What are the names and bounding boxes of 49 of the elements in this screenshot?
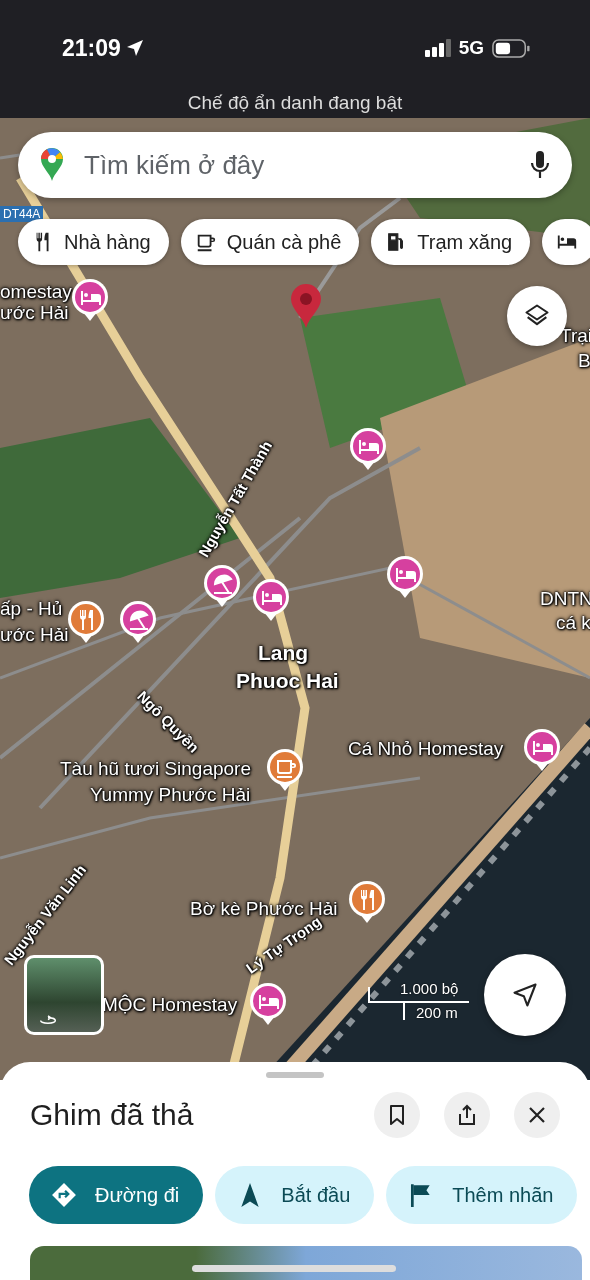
turn-sign-icon [51,1182,77,1208]
restaurant-chip[interactable]: Nhà hàng [18,219,169,265]
search-input[interactable]: Tìm kiếm ở đây [82,148,530,182]
place-label: Yummy Phước Hải [90,784,251,807]
rotate-icon [37,1015,59,1026]
share-button[interactable] [444,1092,490,1138]
hotel-pin-icon[interactable] [523,728,561,772]
navigation-arrow-icon [511,981,539,1009]
hotel-pin-icon[interactable] [386,555,424,599]
scale-label: 1.000 bộ [400,980,459,997]
place-label: Tàu hũ tươi Singapore [60,758,251,781]
beach-pin-icon[interactable] [203,564,241,608]
place-label: MỘC Homestay [102,994,238,1017]
start-button[interactable]: Bắt đầu [215,1166,375,1224]
cafe-chip[interactable]: Quán cà phê [180,219,360,265]
road-shield: DT44A [0,206,44,222]
place-label: ước Hải [0,624,69,647]
gas-chip[interactable]: Trạm xăng [371,219,531,265]
place-label: cá k [556,612,590,635]
place-label: Trại [560,325,590,348]
beach-pin-icon[interactable] [119,600,157,644]
close-button[interactable] [514,1092,560,1138]
dropped-pin-icon [289,283,323,329]
network-type: 5G [458,37,484,59]
incognito-status-text: Chế độ ẩn danh đang bật [186,92,404,114]
signal-icon [424,39,451,57]
place-label: B [578,350,590,373]
battery-icon [492,38,530,58]
restaurant-pin-icon[interactable] [67,600,105,644]
scale-label: 200 m [416,1004,458,1021]
maps-logo-icon [40,148,64,182]
sheet-title: Ghim đã thả [30,1098,195,1132]
hotel-pin-icon[interactable] [252,578,290,622]
search-bar[interactable]: Tìm kiếm ở đây [18,132,572,198]
drag-handle[interactable] [266,1072,324,1078]
directions-button[interactable]: Đường đi [29,1166,204,1224]
place-label: ấp - Hủ [0,598,63,621]
status-time: 21:09 [62,34,121,62]
place-label: Cá Nhỏ Homestay [348,738,504,761]
hotel-pin-icon[interactable] [349,427,387,471]
place-label: ước Hải [0,302,69,325]
save-button[interactable] [374,1092,420,1138]
cafe-pin-icon[interactable] [266,748,304,792]
hotel-pin-icon[interactable] [249,982,287,1026]
microphone-icon[interactable] [530,150,550,180]
restaurant-pin-icon[interactable] [348,880,386,924]
hotel-pin-icon[interactable] [71,278,109,322]
label-button[interactable]: Thêm nhãn [386,1166,578,1224]
place-label: omestay [0,281,72,304]
